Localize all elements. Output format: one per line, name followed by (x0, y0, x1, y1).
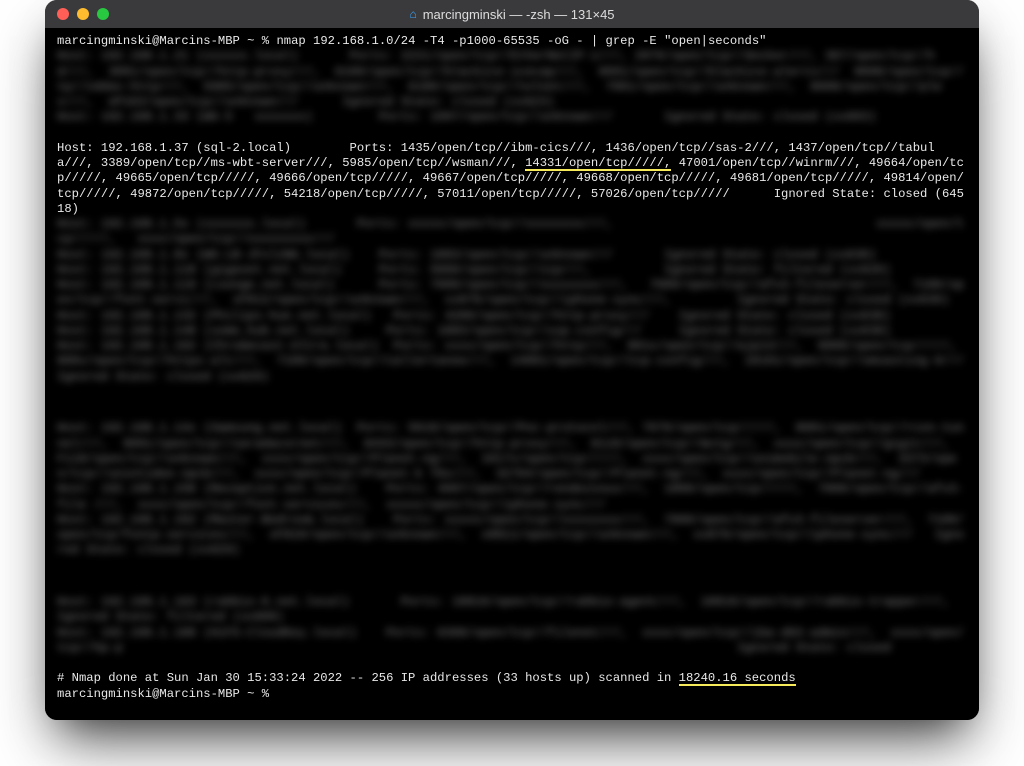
minimize-icon[interactable] (77, 8, 89, 20)
zoom-icon[interactable] (97, 8, 109, 20)
nmap-host-line: Host: 192.168.1.37 (sql-2.local) Ports: … (57, 141, 964, 216)
prompt-line-1: marcingminski@Marcins-MBP ~ % nmap 192.1… (57, 34, 766, 48)
window-title-text: marcingminski — -zsh — 131×45 (423, 7, 615, 22)
highlight-elapsed-time: 18240.16 seconds (679, 671, 796, 686)
redacted-output-block: Host: 192.168.1.163 (rabbio-6.net.local)… (57, 595, 967, 656)
terminal-body[interactable]: marcingminski@Marcins-MBP ~ % nmap 192.1… (45, 28, 979, 720)
summary-prefix: # Nmap done at Sun Jan 30 15:33:24 2022 … (57, 671, 679, 685)
window-controls (57, 8, 109, 20)
redacted-output-block: Host: 192.168.1.21 (xxxxxx.local) Ports:… (57, 49, 967, 125)
highlight-port-14331: 14331/open/tcp/////, (525, 156, 671, 171)
redacted-output-block: Host: 192.168.1.5x (xxxxxxx.local) Ports… (57, 217, 967, 385)
terminal-window: ⌂ marcingminski — -zsh — 131×45 marcingm… (45, 0, 979, 720)
close-icon[interactable] (57, 8, 69, 20)
window-title: ⌂ marcingminski — -zsh — 131×45 (45, 7, 979, 22)
command-text: nmap 192.168.1.0/24 -T4 -p1000-65535 -oG… (276, 34, 766, 48)
nmap-summary-line: # Nmap done at Sun Jan 30 15:33:24 2022 … (57, 671, 796, 686)
folder-icon: ⌂ (409, 7, 416, 21)
prompt-line-2: marcingminski@Marcins-MBP ~ % (57, 687, 269, 701)
prompt-user: marcingminski@Marcins-MBP ~ % (57, 34, 269, 48)
redacted-output-block: Host: 192.168.1.14x (Samsung.net.local) … (57, 421, 967, 558)
titlebar: ⌂ marcingminski — -zsh — 131×45 (45, 0, 979, 28)
